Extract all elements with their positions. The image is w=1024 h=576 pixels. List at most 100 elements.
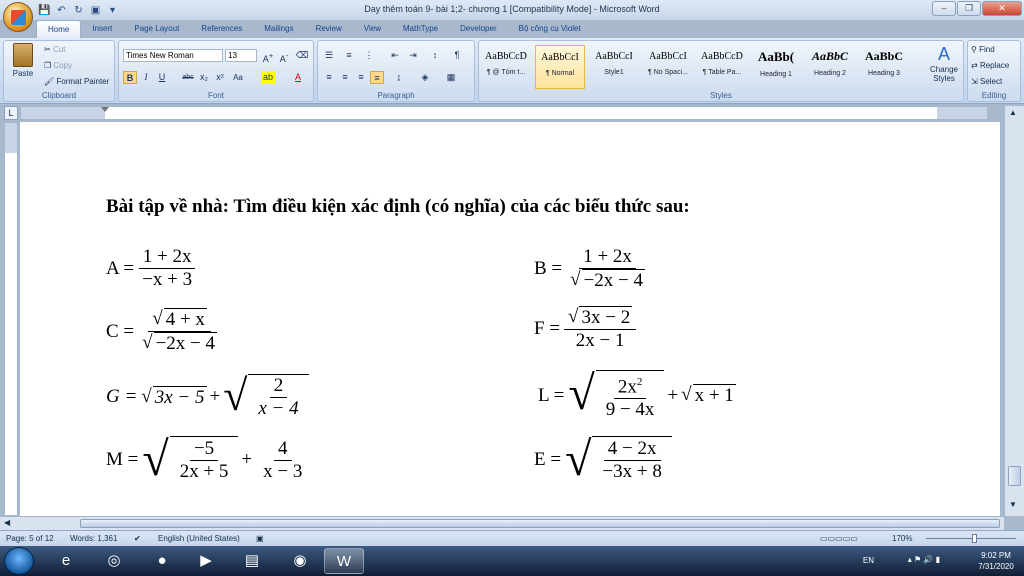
minimize-button[interactable]: – xyxy=(932,1,956,16)
scroll-left-icon[interactable]: ◀ xyxy=(4,518,10,527)
select-button[interactable]: ⇲ Select xyxy=(971,77,1002,86)
tray-icons[interactable]: ▴ ⚑ 🔊 ▮ xyxy=(908,555,940,564)
tab-home[interactable]: Home xyxy=(36,20,82,38)
internet-explorer-icon[interactable]: e xyxy=(46,548,86,574)
horizontal-scrollbar[interactable]: ◀ xyxy=(0,516,1004,530)
font-size-select[interactable]: 13 xyxy=(225,49,257,62)
subscript-icon[interactable]: x₂ xyxy=(197,71,211,84)
style-heading-3[interactable]: AaBbC Heading 3 xyxy=(859,45,909,89)
copy-button[interactable]: ❐ Copy xyxy=(44,61,72,70)
bullets-icon[interactable]: ☰ xyxy=(322,49,336,62)
cut-label: Cut xyxy=(52,45,66,54)
sqrt-icon: √ xyxy=(565,433,592,486)
style-no-spacing[interactable]: AaBbCcI ¶ No Spaci... xyxy=(643,45,693,89)
shading-icon[interactable]: ◈ xyxy=(418,71,432,84)
tab-insert[interactable]: Insert xyxy=(81,20,123,38)
coccoc-browser-icon[interactable]: ◎ xyxy=(94,548,134,574)
style-table-paragraph[interactable]: AaBbCcD ¶ Table Pa... xyxy=(697,45,747,89)
media-player-icon[interactable]: ▶ xyxy=(186,548,226,574)
tab-developer[interactable]: Developer xyxy=(449,20,507,38)
horizontal-ruler[interactable] xyxy=(20,106,988,120)
numbering-icon[interactable]: ≡ xyxy=(342,49,356,62)
vertical-ruler[interactable] xyxy=(4,122,18,516)
superscript-icon[interactable]: x² xyxy=(213,71,227,84)
tab-references[interactable]: References xyxy=(190,20,253,38)
expression-m-denominator1: 2x + 5 xyxy=(179,461,229,482)
underline-icon[interactable]: U xyxy=(155,71,169,84)
font-color-icon[interactable]: A xyxy=(291,71,305,84)
multilevel-list-icon[interactable]: ⋮ xyxy=(362,49,376,62)
style-tom-tat[interactable]: AaBbCcD ¶ @ Tóm t... xyxy=(481,45,531,89)
strikethrough-icon[interactable]: abc xyxy=(181,71,195,84)
office-button[interactable] xyxy=(3,2,33,32)
style-heading-2[interactable]: AaBbC Heading 2 xyxy=(805,45,855,89)
document-page[interactable]: Bài tập về nhà: Tìm điều kiện xác định (… xyxy=(20,122,1000,516)
bold-icon[interactable]: B xyxy=(123,71,137,84)
align-right-icon[interactable]: ≡ xyxy=(354,71,368,84)
language-indicator[interactable]: English (United States) xyxy=(158,534,240,543)
italic-icon[interactable]: I xyxy=(139,71,153,84)
expression-l-denominator: 9 − 4x xyxy=(605,399,655,421)
font-family-select[interactable]: Times New Roman xyxy=(123,49,223,62)
expression-g-fraction: 2 x − 4 xyxy=(254,375,302,420)
expression-c-denominator: √ −2x − 4 xyxy=(138,332,221,355)
file-explorer-icon[interactable]: ▤ xyxy=(232,548,272,574)
paste-button[interactable]: Paste xyxy=(8,43,38,78)
tab-mailings[interactable]: Mailings xyxy=(253,20,304,38)
highlight-icon[interactable]: ab xyxy=(261,71,275,84)
style-normal[interactable]: AaBbCcI ¶ Normal xyxy=(535,45,585,89)
brush-icon: 🖌 xyxy=(44,77,55,86)
horizontal-scroll-thumb[interactable] xyxy=(80,519,1000,528)
format-painter-button[interactable]: 🖌 Format Painter xyxy=(44,77,109,86)
tab-view[interactable]: View xyxy=(353,20,392,38)
expression-m: M = √ −5 2x + 5 + 4 x − 3 xyxy=(106,436,310,484)
tab-mathtype[interactable]: MathType xyxy=(392,20,449,38)
sort-icon[interactable]: ↕ xyxy=(428,49,442,62)
vertical-scrollbar[interactable]: ▲ ▼ xyxy=(1004,106,1024,516)
find-button[interactable]: ⚲ Find xyxy=(971,45,995,54)
close-button[interactable]: ✕ xyxy=(982,1,1022,16)
macro-record-icon[interactable]: ▣ xyxy=(256,534,264,543)
start-button[interactable] xyxy=(4,547,34,575)
zalo-icon[interactable]: ◉ xyxy=(280,548,320,574)
zoom-slider[interactable] xyxy=(926,534,1016,543)
word-taskbar-icon[interactable]: W xyxy=(324,548,364,574)
clear-format-icon[interactable]: ⌫ xyxy=(295,49,309,62)
show-formatting-icon[interactable]: ¶ xyxy=(450,49,464,62)
language-tray[interactable]: EN xyxy=(863,556,874,565)
decrease-indent-icon[interactable]: ⇤ xyxy=(388,49,402,62)
chrome-icon[interactable]: ● xyxy=(142,548,182,574)
clock-date[interactable]: 7/31/2020 xyxy=(974,562,1018,571)
maximize-button[interactable]: ❐ xyxy=(957,1,981,16)
scroll-up-icon[interactable]: ▲ xyxy=(1009,108,1017,117)
style-style1[interactable]: AaBbCcI Style1 xyxy=(589,45,639,89)
zoom-slider-thumb[interactable] xyxy=(972,534,977,543)
borders-icon[interactable]: ▦ xyxy=(444,71,458,84)
page-count[interactable]: Page: 5 of 12 xyxy=(6,534,54,543)
scroll-down-icon[interactable]: ▼ xyxy=(1009,500,1017,509)
view-buttons-icon[interactable]: ▭▭▭▭▭ xyxy=(820,534,858,543)
indent-marker-icon[interactable] xyxy=(101,107,109,112)
zoom-level[interactable]: 170% xyxy=(892,534,912,543)
align-left-icon[interactable]: ≡ xyxy=(322,71,336,84)
line-spacing-icon[interactable]: ↨ xyxy=(392,71,406,84)
grow-font-icon[interactable]: A+ xyxy=(261,49,275,64)
tab-review[interactable]: Review xyxy=(305,20,353,38)
clock-time[interactable]: 9:02 PM xyxy=(974,551,1018,560)
tab-selector[interactable]: L xyxy=(4,106,18,120)
exercise-heading: Bài tập về nhà: Tìm điều kiện xác định (… xyxy=(106,196,690,217)
align-center-icon[interactable]: ≡ xyxy=(338,71,352,84)
cut-button[interactable]: ✂ Cut xyxy=(44,45,65,54)
justify-icon[interactable]: ≡ xyxy=(370,71,384,84)
word-count[interactable]: Words: 1,361 xyxy=(70,534,117,543)
scroll-thumb[interactable] xyxy=(1008,466,1021,486)
tab-violet[interactable]: Bộ công cụ Violet xyxy=(508,20,592,38)
shrink-font-icon[interactable]: A- xyxy=(277,49,291,64)
replace-button[interactable]: ⇄ Replace xyxy=(971,61,1009,70)
style-heading-1[interactable]: AaBb(Heading 1 xyxy=(751,45,801,89)
tab-page-layout[interactable]: Page Layout xyxy=(123,20,190,38)
spelling-check-icon[interactable]: ✔ xyxy=(134,534,141,543)
increase-indent-icon[interactable]: ⇥ xyxy=(406,49,420,62)
change-case-icon[interactable]: Aa xyxy=(231,71,245,84)
change-styles-button[interactable]: A Change Styles xyxy=(925,43,963,83)
